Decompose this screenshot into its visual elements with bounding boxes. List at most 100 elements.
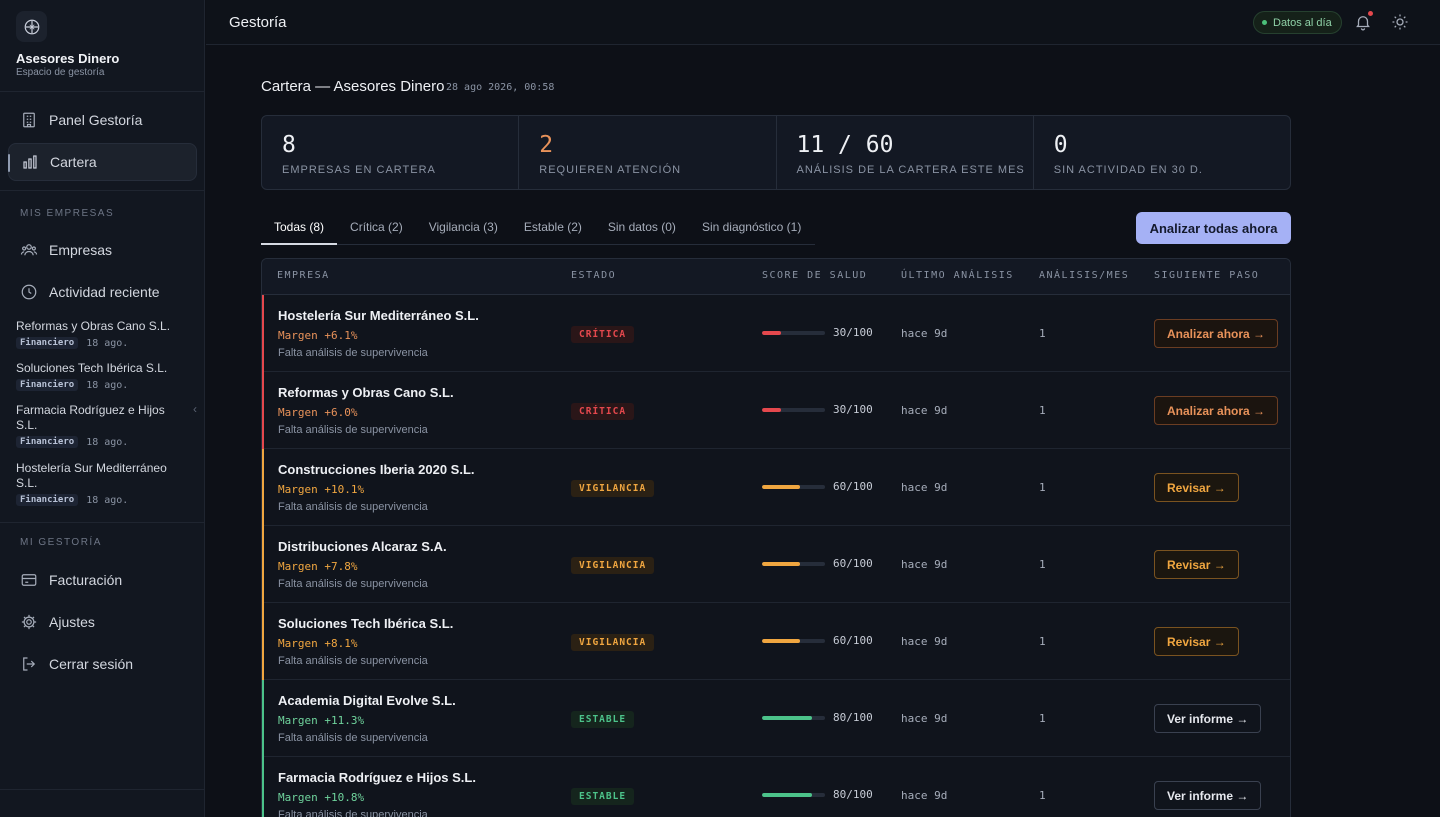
compass-icon[interactable] (16, 11, 47, 42)
table-row[interactable]: Construcciones Iberia 2020 S.L. Margen +1… (262, 449, 1290, 526)
next-step-button[interactable]: Revisar → (1154, 627, 1239, 656)
nav-cerrar-sesion[interactable]: Cerrar sesión (8, 645, 197, 683)
company-name[interactable]: Reformas y Obras Cano S.L. (278, 385, 454, 400)
divider (0, 91, 205, 92)
recent-tag: Financiero (16, 436, 79, 448)
analyze-all-button[interactable]: Analizar todas ahora (1136, 212, 1291, 244)
recent-name: Farmacia Rodríguez e Hijos S.L. (16, 403, 165, 432)
next-step-button[interactable]: Analizar ahora → (1154, 396, 1279, 425)
status-badge: ESTABLE (571, 711, 635, 728)
nav-actividad-reciente[interactable]: Actividad reciente (8, 273, 197, 311)
table-row[interactable]: Hostelería Sur Mediterráneo S.L. Margen +… (262, 295, 1290, 372)
chevron-left-icon[interactable]: ‹ (193, 402, 197, 416)
table-row[interactable]: Distribuciones Alcaraz S.A. Margen +7.8% F… (262, 526, 1290, 603)
sun-icon[interactable] (1391, 13, 1409, 31)
tab-estable[interactable]: Estable (2) (511, 211, 595, 245)
company-margin: Margen +11.3% (278, 714, 365, 727)
logout-icon (23, 657, 36, 671)
company-name[interactable]: Farmacia Rodríguez e Hijos S.L. (278, 770, 476, 785)
status-accent (262, 757, 264, 817)
stat-value: 8 (282, 132, 296, 158)
company-name[interactable]: Distribuciones Alcaraz S.A. (278, 539, 447, 554)
status-dot-icon (1262, 20, 1267, 25)
stat-value: 2 (539, 132, 554, 158)
health-score-fill (762, 485, 800, 489)
section-label-gestoria: MI GESTORÍA (20, 537, 102, 548)
table-body: Hostelería Sur Mediterráneo S.L. Margen +… (262, 295, 1290, 817)
health-score-bar (762, 562, 825, 566)
health-score-bar (762, 716, 825, 720)
analysis-count: 1 (1039, 481, 1046, 494)
tab-todas[interactable]: Todas (8) (261, 211, 338, 245)
tab-sin-diagnostico[interactable]: Sin diagnóstico (1) (689, 211, 814, 245)
nav-cartera[interactable]: Cartera (8, 143, 197, 181)
company-note: Falta análisis de supervivencia (278, 732, 428, 744)
recent-date: 18 ago. (86, 494, 129, 506)
tab-vigilancia[interactable]: Vigilancia (3) (416, 211, 511, 245)
status-badge: VIGILANCIA (571, 557, 655, 574)
recent-name: Soluciones Tech Ibérica S.L. (16, 361, 168, 375)
stat-card: 0 SIN ACTIVIDAD EN 30 D. (1034, 116, 1290, 189)
nav-empresas[interactable]: Empresas (8, 231, 197, 269)
recent-item[interactable]: Soluciones Tech Ibérica S.L. Financiero 1… (16, 361, 186, 391)
next-step-button[interactable]: Ver informe → (1154, 704, 1262, 733)
analysis-count: 1 (1039, 327, 1046, 340)
company-name[interactable]: Hostelería Sur Mediterráneo S.L. (278, 308, 479, 323)
health-score-fill (762, 408, 781, 412)
company-name[interactable]: Construcciones Iberia 2020 S.L. (278, 462, 475, 477)
company-note: Falta análisis de supervivencia (278, 655, 428, 667)
company-name[interactable]: Academia Digital Evolve S.L. (278, 693, 456, 708)
tab-sin-datos[interactable]: Sin datos (0) (595, 211, 689, 245)
recent-item[interactable]: Reformas y Obras Cano S.L. Financiero 18 … (16, 319, 186, 349)
divider (0, 190, 205, 191)
table-row[interactable]: Academia Digital Evolve S.L. Margen +11.3… (262, 680, 1290, 757)
column-header: SIGUIENTE PASO (1154, 270, 1260, 281)
recent-name: Hostelería Sur Mediterráneo S.L. (16, 461, 167, 490)
stat-card: 8 EMPRESAS EN CARTERA (262, 116, 520, 189)
company-note: Falta análisis de supervivencia (278, 347, 428, 359)
health-score-bar (762, 793, 825, 797)
tab-critica[interactable]: Crítica (2) (337, 211, 416, 245)
stat-label: REQUIEREN ATENCIÓN (539, 164, 682, 176)
health-score: 80/100 (833, 711, 873, 724)
health-score-bar (762, 331, 825, 335)
company-name[interactable]: Soluciones Tech Ibérica S.L. (278, 616, 453, 631)
next-step-button[interactable]: Ver informe → (1154, 781, 1262, 810)
health-score: 30/100 (833, 326, 873, 339)
sidebar: Asesores Dinero Espacio de gestoría Pane… (0, 0, 205, 817)
status-badge[interactable]: Datos al día (1253, 11, 1342, 34)
nav-ajustes[interactable]: Ajustes (8, 603, 197, 641)
notification-dot (1368, 11, 1373, 16)
recent-tag: Financiero (16, 337, 79, 349)
company-margin: Margen +7.8% (278, 560, 358, 573)
health-score: 30/100 (833, 403, 873, 416)
divider (0, 789, 205, 790)
stat-label: SIN ACTIVIDAD EN 30 D. (1053, 164, 1203, 176)
next-step-button[interactable]: Revisar → (1154, 550, 1239, 579)
table-row[interactable]: Farmacia Rodríguez e Hijos S.L. Margen +1… (262, 757, 1290, 817)
status-badge: VIGILANCIA (571, 634, 655, 651)
nav-label: Panel Gestoría (49, 112, 143, 128)
table-row[interactable]: Soluciones Tech Ibérica S.L. Margen +8.1%… (262, 603, 1290, 680)
company-note: Falta análisis de supervivencia (278, 578, 428, 590)
health-score-fill (762, 331, 781, 335)
next-step-button[interactable]: Revisar → (1154, 473, 1239, 502)
stat-value: 11 / 60 (796, 132, 894, 158)
health-score-bar (762, 408, 825, 412)
nav-facturacion[interactable]: Facturación (8, 561, 197, 599)
recent-item[interactable]: Farmacia Rodríguez e Hijos S.L. Financie… (16, 403, 176, 448)
nav-panel-gestoria[interactable]: Panel Gestoría (8, 101, 197, 139)
last-analysis: hace 9d (901, 789, 948, 802)
nav-label: Cartera (50, 154, 97, 170)
column-header: SCORE DE SALUD (762, 270, 868, 281)
brand-name: Asesores Dinero (16, 51, 120, 66)
brand-subtitle: Espacio de gestoría (16, 67, 105, 78)
last-analysis: hace 9d (901, 404, 948, 417)
recent-item[interactable]: Hostelería Sur Mediterráneo S.L. Financi… (16, 461, 181, 506)
health-score-fill (762, 639, 800, 643)
analysis-count: 1 (1039, 558, 1046, 571)
last-analysis: hace 9d (901, 481, 948, 494)
next-step-button[interactable]: Analizar ahora → (1154, 319, 1279, 348)
table-row[interactable]: Reformas y Obras Cano S.L. Margen +6.0% Fa… (262, 372, 1290, 449)
last-analysis: hace 9d (901, 635, 948, 648)
